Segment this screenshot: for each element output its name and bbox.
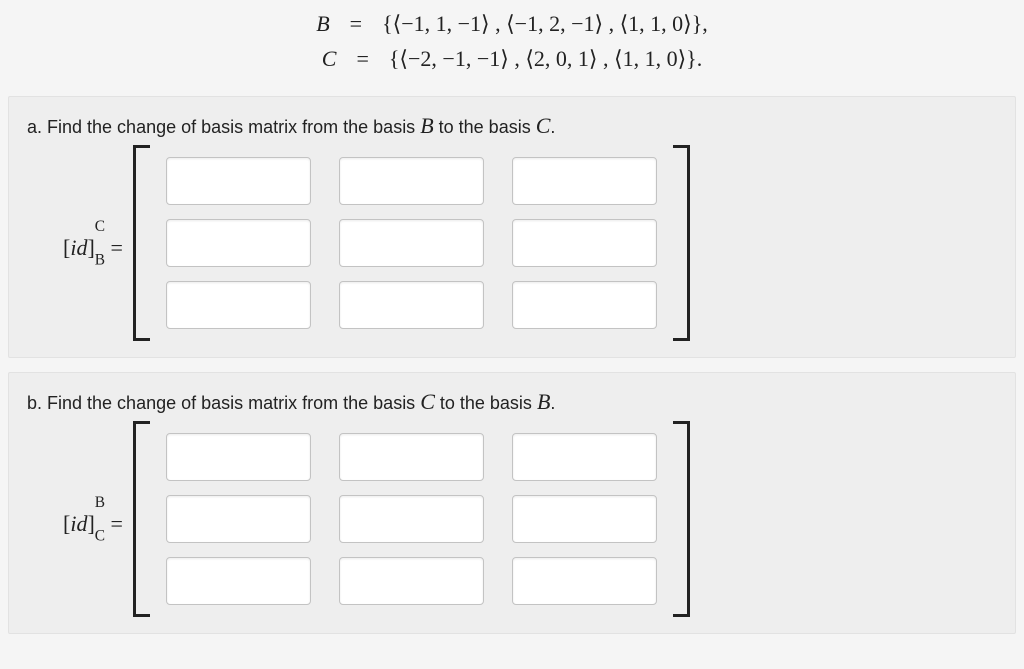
matrix-a-cell-0-2[interactable] bbox=[512, 157, 657, 205]
matrix-a-cell-0-0[interactable] bbox=[166, 157, 311, 205]
matrix-b-cell-2-2[interactable] bbox=[512, 557, 657, 605]
basis-C-set: {⟨−2, −1, −1⟩ , ⟨2, 0, 1⟩ , ⟨1, 1, 0⟩}. bbox=[389, 41, 702, 76]
matrix-b-cell-0-1[interactable] bbox=[339, 433, 484, 481]
left-bracket-icon bbox=[133, 145, 156, 341]
part-a-label: [id]CB = bbox=[63, 220, 123, 267]
matrix-b-cell-2-0[interactable] bbox=[166, 557, 311, 605]
part-b-prompt: b. Find the change of basis matrix from … bbox=[27, 389, 997, 415]
equals: = bbox=[356, 41, 368, 76]
part-b-panel: b. Find the change of basis matrix from … bbox=[8, 372, 1016, 634]
basis-letter-C: C bbox=[322, 41, 337, 76]
matrix-a-cell-1-2[interactable] bbox=[512, 219, 657, 267]
matrix-b-cell-1-0[interactable] bbox=[166, 495, 311, 543]
matrix-a-cell-1-1[interactable] bbox=[339, 219, 484, 267]
right-bracket-icon bbox=[667, 145, 690, 341]
matrix-b-cell-1-2[interactable] bbox=[512, 495, 657, 543]
matrix-b-cell-1-1[interactable] bbox=[339, 495, 484, 543]
matrix-a-cell-2-1[interactable] bbox=[339, 281, 484, 329]
right-bracket-icon bbox=[667, 421, 690, 617]
matrix-b-cell-2-1[interactable] bbox=[339, 557, 484, 605]
matrix-a-cell-0-1[interactable] bbox=[339, 157, 484, 205]
matrix-b-cell-0-0[interactable] bbox=[166, 433, 311, 481]
matrix-a-cell-2-2[interactable] bbox=[512, 281, 657, 329]
matrix-b-cell-0-2[interactable] bbox=[512, 433, 657, 481]
basis-definitions: B = {⟨−1, 1, −1⟩ , ⟨−1, 2, −1⟩ , ⟨1, 1, … bbox=[0, 0, 1024, 90]
left-bracket-icon bbox=[133, 421, 156, 617]
part-a-panel: a. Find the change of basis matrix from … bbox=[8, 96, 1016, 358]
part-a-prompt: a. Find the change of basis matrix from … bbox=[27, 113, 997, 139]
matrix-a bbox=[133, 145, 690, 341]
equals: = bbox=[350, 6, 362, 41]
matrix-a-cell-2-0[interactable] bbox=[166, 281, 311, 329]
part-b-label: [id]BC = bbox=[63, 496, 123, 543]
matrix-a-cell-1-0[interactable] bbox=[166, 219, 311, 267]
basis-B-set: {⟨−1, 1, −1⟩ , ⟨−1, 2, −1⟩ , ⟨1, 1, 0⟩}, bbox=[382, 6, 708, 41]
basis-letter-B: B bbox=[316, 6, 329, 41]
matrix-b bbox=[133, 421, 690, 617]
